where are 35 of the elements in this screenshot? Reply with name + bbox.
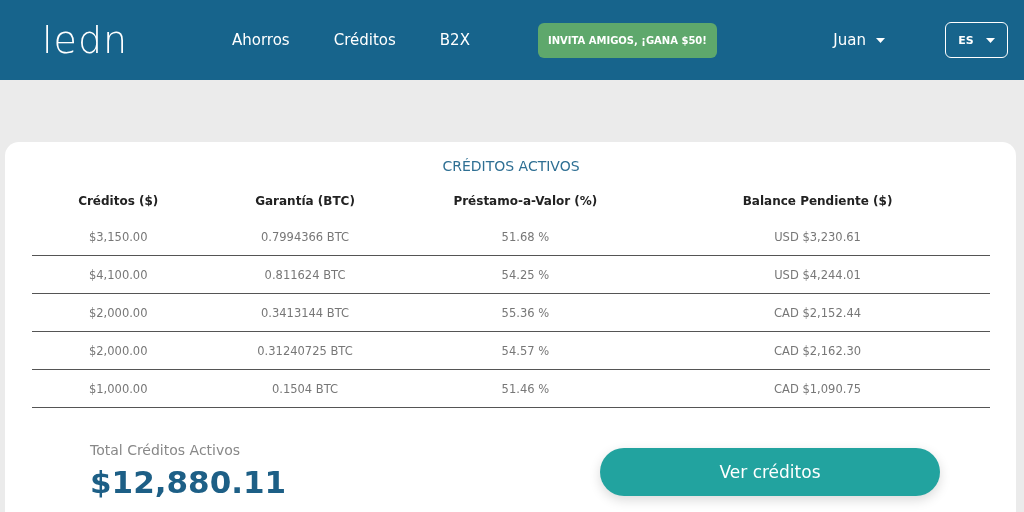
table-cell: USD $3,230.61 [645,218,990,256]
table-cell: 0.1504 BTC [204,369,406,408]
table-cell: $2,000.00 [32,331,205,370]
table-cell: CAD $2,162.30 [645,331,990,370]
table-cell: $3,150.00 [32,218,205,256]
table-cell: CAD $1,090.75 [645,369,990,408]
user-menu[interactable]: Juan [833,31,885,49]
table-cell: $2,000.00 [32,293,205,332]
table-cell: 51.46 % [405,369,646,408]
language-selector[interactable]: ES [945,22,1008,58]
total-label: Total Créditos Activos [90,442,242,458]
table-cell: $1,000.00 [32,369,205,408]
table-cell: 0.31240725 BTC [204,331,406,370]
table-cell: 55.36 % [405,293,646,332]
nav-link[interactable]: Créditos [333,31,396,49]
caret-icon [985,37,995,43]
card-title: CRÉDITOS ACTIVOS [441,158,581,174]
column-header: Garantía (BTC) [254,194,356,210]
column-header: Balance Pendiente ($) [741,194,894,210]
nav-link[interactable]: Ahorros [232,31,290,49]
caret-icon [876,37,885,43]
table-cell: 0.7994366 BTC [204,218,406,256]
logo[interactable]: ledn [42,18,232,62]
table-cell: 0.3413144 BTC [204,293,406,332]
column-header: Préstamo-a-Valor (%) [452,194,599,210]
table-cell: $4,100.00 [32,255,205,294]
table-cell: 0.811624 BTC [204,255,406,294]
nav-link[interactable]: B2X [439,31,470,49]
column-header: Créditos ($) [77,194,160,210]
table-cell: CAD $2,152.44 [645,293,990,332]
table-cell: 51.68 % [405,218,646,256]
table-cell: 54.25 % [405,255,646,294]
total-amount: $12,880.11 [90,464,287,500]
table-cell: USD $4,244.01 [645,255,990,294]
table-cell: 54.57 % [405,331,646,370]
